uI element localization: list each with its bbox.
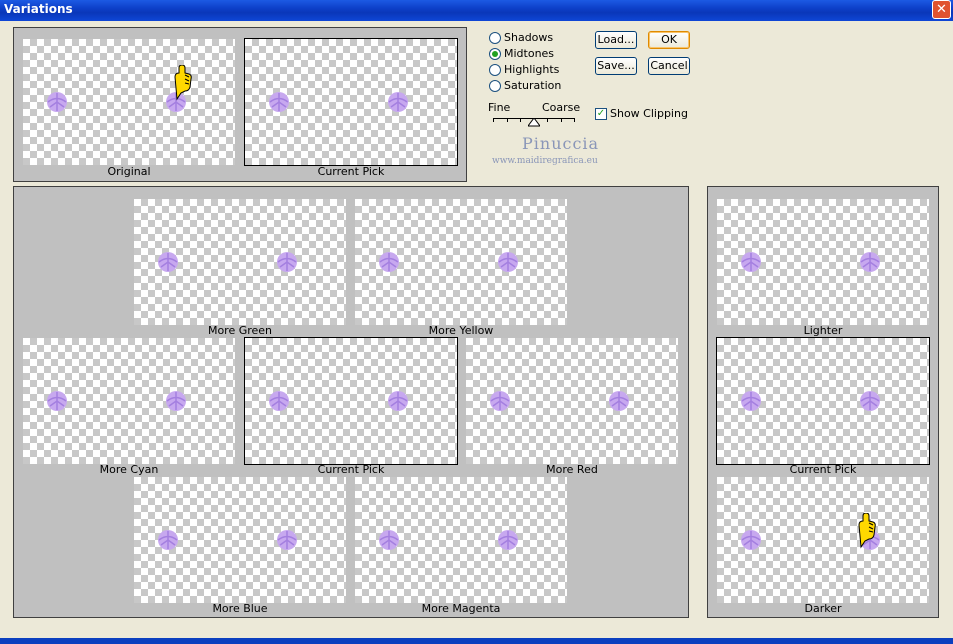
color-variations-panel: More Green More Yellow More Cyan Current… <box>13 186 689 618</box>
brightness-current-pick-caption: Current Pick <box>789 463 857 476</box>
gem-icon <box>489 390 511 412</box>
original-caption: Original <box>107 165 151 178</box>
window-title: Variations <box>4 2 73 16</box>
radio-saturation[interactable] <box>489 80 501 92</box>
ok-button[interactable]: OK <box>648 31 690 49</box>
gem-icon <box>740 390 762 412</box>
more-yellow-thumbnail[interactable] <box>355 199 567 325</box>
more-blue-caption: More Blue <box>212 602 268 615</box>
slider-tick <box>547 118 548 122</box>
gem-icon <box>387 91 409 113</box>
gem-icon <box>378 251 400 273</box>
gem-icon <box>378 529 400 551</box>
gem-icon <box>46 91 68 113</box>
title-bar: Variations ✕ <box>0 0 953 21</box>
load-button[interactable]: Load... <box>595 31 637 49</box>
gem-icon <box>740 529 762 551</box>
more-cyan-caption: More Cyan <box>99 463 159 476</box>
slider-tick <box>507 118 508 122</box>
bottom-strip <box>0 638 953 644</box>
radio-midtones-label: Midtones <box>504 47 555 60</box>
cancel-button[interactable]: Cancel <box>648 57 690 75</box>
gem-icon <box>497 251 519 273</box>
slider-tick <box>520 118 521 122</box>
darker-caption: Darker <box>804 602 842 615</box>
radio-highlights-label: Highlights <box>504 63 560 76</box>
lighter-thumbnail[interactable] <box>717 199 929 325</box>
brightness-current-pick-thumbnail[interactable] <box>716 337 930 465</box>
coarse-label: Coarse <box>542 101 581 114</box>
lighter-caption: Lighter <box>803 324 843 337</box>
gem-icon <box>157 251 179 273</box>
save-button[interactable]: Save... <box>595 57 637 75</box>
radio-highlights[interactable] <box>489 64 501 76</box>
fine-label: Fine <box>488 101 511 114</box>
gem-icon <box>608 390 630 412</box>
radio-shadows[interactable] <box>489 32 501 44</box>
slider-thumb[interactable] <box>528 118 540 127</box>
grid-current-pick-caption: Current Pick <box>317 463 385 476</box>
fine-coarse-slider[interactable] <box>493 114 575 128</box>
brightness-panel: Lighter Current Pick Darker <box>707 186 939 618</box>
more-yellow-caption: More Yellow <box>428 324 494 337</box>
more-green-thumbnail[interactable] <box>134 199 346 325</box>
more-magenta-caption: More Magenta <box>421 602 501 615</box>
slider-tick <box>493 118 494 122</box>
radio-midtones[interactable] <box>489 48 501 60</box>
watermark-name: Pinuccia <box>522 134 600 153</box>
current-pick-thumbnail[interactable] <box>244 38 458 166</box>
more-magenta-thumbnail[interactable] <box>355 477 567 603</box>
gem-icon <box>276 251 298 273</box>
pointing-hand-icon <box>171 64 193 101</box>
gem-icon <box>268 91 290 113</box>
gem-icon <box>497 529 519 551</box>
close-icon: ✕ <box>936 2 947 17</box>
original-thumbnail <box>23 39 235 165</box>
show-clipping-checkbox[interactable]: ✓ <box>595 108 607 120</box>
pointing-hand-icon <box>855 512 877 549</box>
gem-icon <box>157 529 179 551</box>
slider-tick <box>574 118 575 122</box>
gem-icon <box>268 390 290 412</box>
slider-tick <box>561 118 562 122</box>
close-button[interactable]: ✕ <box>932 0 951 19</box>
radio-shadows-label: Shadows <box>504 31 554 44</box>
gem-icon <box>165 390 187 412</box>
more-red-thumbnail[interactable] <box>466 338 678 464</box>
preview-panel: Original Current Pick <box>13 27 467 182</box>
grid-current-pick-thumbnail[interactable] <box>244 337 458 465</box>
gem-icon <box>387 390 409 412</box>
more-cyan-thumbnail[interactable] <box>23 338 235 464</box>
gem-icon <box>276 529 298 551</box>
current-pick-caption: Current Pick <box>317 165 385 178</box>
watermark-url: www.maidiregrafica.eu <box>492 156 598 166</box>
gem-icon <box>46 390 68 412</box>
more-blue-thumbnail[interactable] <box>134 477 346 603</box>
more-red-caption: More Red <box>546 463 598 476</box>
radio-saturation-label: Saturation <box>504 79 562 92</box>
more-green-caption: More Green <box>207 324 273 337</box>
darker-thumbnail[interactable] <box>717 477 929 603</box>
show-clipping-label: Show Clipping <box>610 107 688 120</box>
gem-icon <box>859 251 881 273</box>
gem-icon <box>740 251 762 273</box>
gem-icon <box>859 390 881 412</box>
